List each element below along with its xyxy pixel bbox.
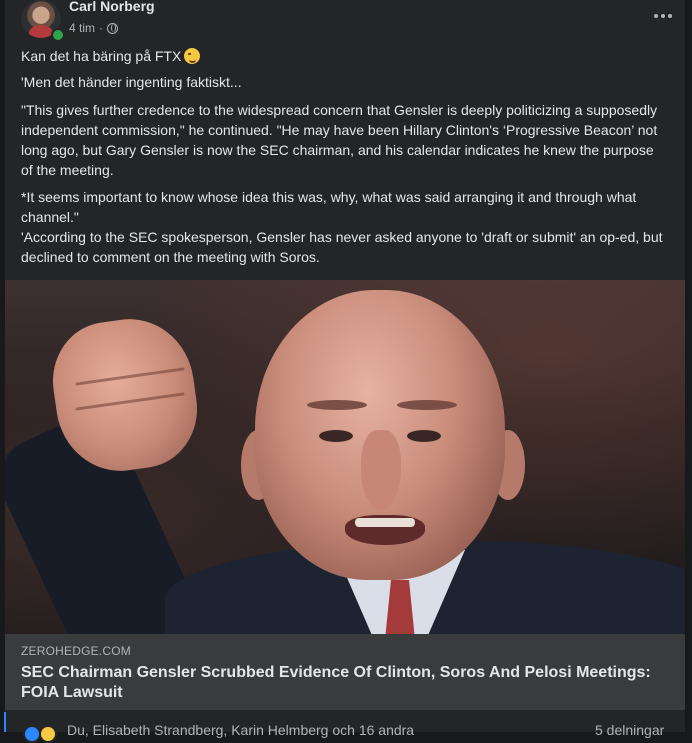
image-eye-left [319,430,353,442]
post-text-line-1: Kan det ha bäring på FTX [21,46,669,66]
post-card: Carl Norberg 4 tim · Kan det ha bäring p… [5,0,685,743]
winking-face-emoji [184,48,201,64]
reaction-summary[interactable]: Du, Elisabeth Strandberg, Karin Helmberg… [5,712,685,743]
image-nose [361,430,401,510]
image-teeth [355,518,415,527]
post-paragraph-2: 'Men det händer ingenting faktiskt... [21,74,242,90]
link-domain: ZEROHEDGE.COM [21,644,131,658]
post-header: Carl Norberg 4 tim · [21,0,672,42]
image-brow-right [397,400,457,410]
more-dot [668,14,672,18]
care-reaction-icon[interactable] [39,725,57,743]
more-dot [661,14,665,18]
post-paragraph-4: *It seems important to know whose idea t… [21,189,663,265]
online-status-icon [51,28,65,42]
link-preview-image[interactable] [5,280,685,634]
image-brow-left [307,400,367,410]
link-preview[interactable]: ZEROHEDGE.COM SEC Chairman Gensler Scrub… [5,634,685,710]
shares-count[interactable]: 5 delningar [595,722,664,738]
post-paragraph-1: Kan det ha bäring på FTX [21,48,182,64]
meta-separator: · [99,21,104,35]
reactions-text[interactable]: Du, Elisabeth Strandberg, Karin Helmberg… [67,722,414,738]
left-accent-strip [4,712,6,732]
post-time[interactable]: 4 tim [69,21,95,35]
more-options-button[interactable] [651,8,675,24]
post-paragraph-3: "This gives further credence to the wide… [21,102,658,178]
globe-icon[interactable] [107,22,119,34]
link-title[interactable]: SEC Chairman Gensler Scrubbed Evidence O… [21,663,661,703]
image-eye-right [407,430,441,442]
author-name[interactable]: Carl Norberg [69,0,155,14]
post-meta: 4 tim · [69,21,119,35]
more-horizontal-icon [654,14,658,18]
